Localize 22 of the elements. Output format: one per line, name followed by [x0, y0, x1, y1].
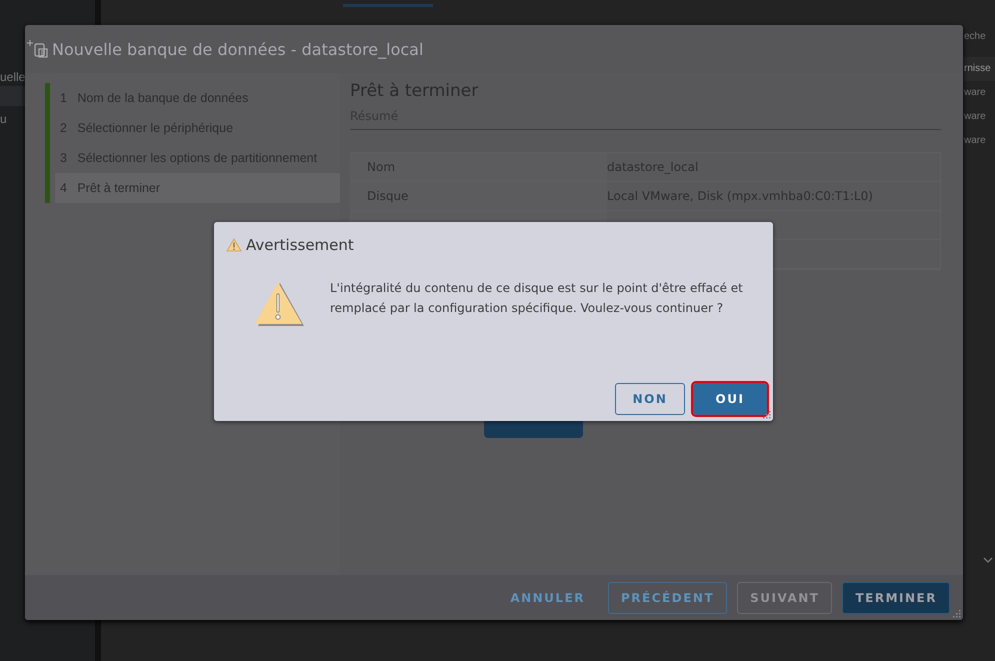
table-text: ware [963, 86, 987, 100]
table-text: ware [963, 110, 987, 124]
chevron-icon[interactable] [983, 557, 993, 563]
wizard-button[interactable]: TERMINER [842, 582, 950, 614]
dialog-message: L'intégralité du contenu de ce disque est sur le point d'être effacé et remplacé par la configuration spécifique. Voulez-vous continuer ? [330, 280, 744, 317]
panel-text: uelle [0, 70, 26, 84]
table-text: rnisse [963, 57, 995, 81]
wizard-button[interactable]: ANNULER [497, 582, 598, 614]
wizard-button[interactable]: PRÉCÉDENT [608, 582, 728, 614]
panel-text: u [0, 112, 8, 126]
table-text: eche [963, 30, 987, 44]
warning-icon [255, 281, 305, 327]
dialog-title: Avertissement [246, 236, 354, 254]
warning-icon [226, 238, 242, 252]
resize-grip-icon[interactable] [763, 411, 771, 419]
add-database-icon [27, 39, 49, 59]
resize-grip-icon[interactable] [953, 610, 961, 618]
step-item[interactable]: 4 Prêt à terminer [55, 173, 340, 203]
table-text: ware [963, 134, 987, 148]
window-title: Nouvelle banque de données - datastore_local [52, 40, 424, 58]
cancel-button[interactable]: NON [615, 383, 685, 415]
confirm-button[interactable]: OUI [693, 383, 767, 415]
